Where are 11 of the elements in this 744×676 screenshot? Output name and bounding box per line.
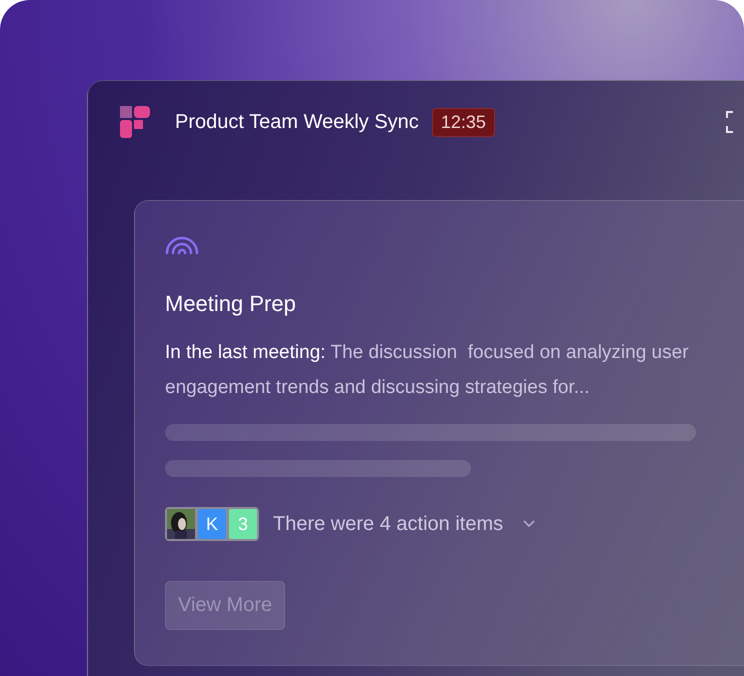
chevron-down-icon[interactable] (523, 520, 536, 528)
action-items-text: There were 4 action items (273, 512, 504, 536)
summary-text: In the last meeting: The discussion focused on analyzing user engagement trends and discussing strategies for... (165, 341, 690, 400)
signal-icon (165, 235, 199, 255)
avatar: K (198, 509, 226, 539)
timer-badge: 12:35 (432, 108, 495, 136)
view-more-button[interactable]: View More (165, 581, 286, 630)
avatar: 3 (229, 509, 257, 539)
card-title: Meeting Prep (165, 291, 297, 317)
logo-icon (120, 106, 150, 138)
meeting-title: Product Team Weekly Sync (175, 110, 419, 134)
